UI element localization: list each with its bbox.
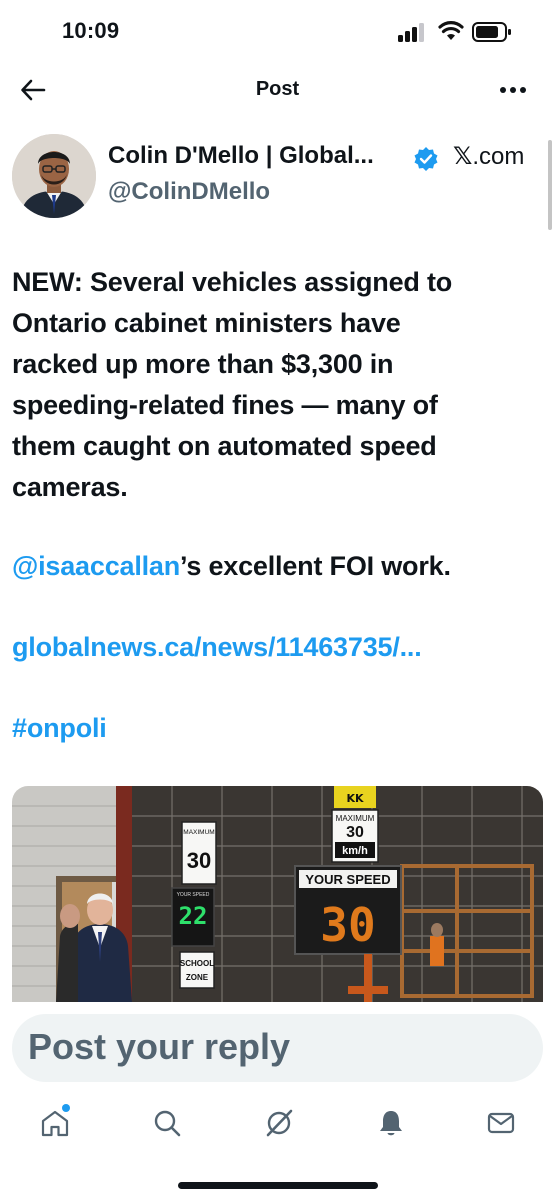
status-bar: 10:09 <box>0 0 555 66</box>
cellular-signal-icon <box>398 22 430 42</box>
school-zone-line2: ZONE <box>186 973 209 982</box>
mention-link[interactable]: @isaaccallan <box>12 551 180 581</box>
status-time: 10:09 <box>62 18 120 43</box>
maximum-value-right: 30 <box>346 824 364 841</box>
your-speed-value: 30 <box>320 898 375 952</box>
maximum-value-left: 30 <box>187 848 211 873</box>
post-header: Post <box>0 66 555 114</box>
notification-dot <box>62 1104 70 1112</box>
scrollbar[interactable] <box>548 140 552 230</box>
unit-label: km/h <box>342 845 368 857</box>
reply-input[interactable]: Post your reply <box>12 1014 543 1082</box>
search-icon[interactable] <box>152 1108 182 1138</box>
post-text-line: NEW: Several vehicles assigned to <box>12 267 453 297</box>
svg-text:KK: KK <box>346 792 364 805</box>
mention-suffix: ’s excellent FOI work. <box>180 551 451 581</box>
post-text-line: Ontario cabinet ministers have <box>12 308 401 338</box>
green-display-label: YOUR SPEED <box>177 892 210 898</box>
green-display-value: 22 <box>179 902 208 930</box>
notifications-icon[interactable] <box>376 1108 406 1138</box>
author-name[interactable]: Colin D'Mello | Global... <box>108 142 374 170</box>
your-speed-label: YOUR SPEED <box>305 872 390 887</box>
mention-paragraph: @isaaccallan’s excellent FOI work. <box>12 551 451 582</box>
post-text-line: racked up more than $3,300 in <box>12 349 394 379</box>
home-icon[interactable] <box>40 1108 70 1138</box>
reply-placeholder: Post your reply <box>28 1026 291 1067</box>
bottom-nav <box>0 1100 555 1150</box>
more-horizontal-icon[interactable] <box>498 78 528 102</box>
article-paragraph: globalnews.ca/news/11463735/... <box>12 632 422 663</box>
source-label[interactable]: 𝕏.com <box>453 142 524 171</box>
home-indicator[interactable] <box>178 1182 378 1189</box>
battery-icon <box>472 22 511 42</box>
hashtag-link[interactable]: #onpoli <box>12 713 107 743</box>
author-handle[interactable]: @ColinDMello <box>108 178 270 206</box>
x-logo-icon: 𝕏 <box>453 142 473 170</box>
avatar[interactable] <box>12 134 96 218</box>
verified-badge-icon[interactable] <box>413 146 439 172</box>
post-media-image[interactable]: KK MAXIMUM 30 km/h YOUR SPEED 30 MAXIMUM… <box>12 786 543 1002</box>
author-row: Colin D'Mello | Global... 𝕏.com @ColinDM… <box>12 134 543 220</box>
post-text-line: them caught on automated speed <box>12 431 437 461</box>
page-title: Post <box>255 78 300 100</box>
maximum-label-right: MAXIMUM <box>336 814 375 823</box>
avatar-photo <box>12 134 96 218</box>
source-suffix: .com <box>472 143 525 170</box>
media-photo: KK MAXIMUM 30 km/h YOUR SPEED 30 MAXIMUM… <box>12 786 543 1002</box>
hashtag-paragraph: #onpoli <box>12 713 107 744</box>
school-zone-line1: SCHOOL <box>180 959 214 968</box>
wifi-icon <box>438 21 464 40</box>
messages-icon[interactable] <box>486 1108 516 1138</box>
post-text-line: speeding-related fines — many of <box>12 390 438 420</box>
post-text-line: cameras. <box>12 472 128 502</box>
maximum-label-left: MAXIMUM <box>183 829 214 836</box>
article-link[interactable]: globalnews.ca/news/11463735/... <box>12 632 422 662</box>
post-text: NEW: Several vehicles assigned to Ontari… <box>12 262 537 508</box>
grok-icon[interactable] <box>264 1108 294 1138</box>
